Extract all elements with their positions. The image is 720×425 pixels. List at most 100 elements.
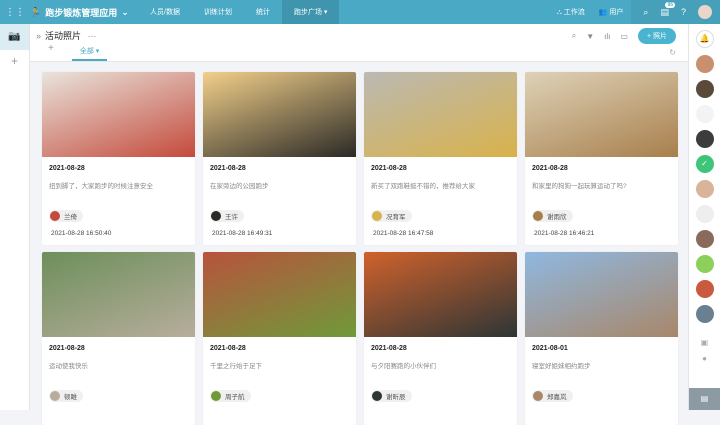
contacts-icon[interactable]: ▣ [701,338,709,347]
card-timestamp: 2021-08-28 16:46:21 [534,230,669,237]
user-tag[interactable]: 兰倚 [49,210,83,222]
photo-image[interactable] [525,252,678,337]
right-sidebar: 🔔 ✓ ▣ ● ▤ [688,24,720,410]
user-avatar [50,211,60,221]
nav-statistics[interactable]: 统计 [244,0,282,24]
user-tag[interactable]: 周子航 [210,390,251,402]
photo-grid: 2021-08-28 扭到脚了，大家跑步的时候注意安全 兰倚 2021-08-2… [42,72,678,425]
user-avatar [372,391,382,401]
search-icon[interactable]: ⌕ [572,31,576,41]
user-name: 谢雨欣 [547,211,567,221]
photo-card[interactable]: 2021-08-28 新买了双跑鞋挺不错的，推荐给大家 况育军 2021-08-… [364,72,517,245]
tab-all[interactable]: 全部 ▾ [72,46,107,61]
user-tag[interactable]: 谢雨欣 [532,210,573,222]
photo-image[interactable] [364,252,517,337]
help-icon[interactable]: ? [681,7,686,17]
user-name: 周子航 [225,391,245,401]
user-name: 谢昕辰 [386,391,406,401]
avatar[interactable] [698,5,712,19]
contact-avatar[interactable] [696,130,714,148]
card-date: 2021-08-28 [49,345,188,352]
card-description: 扭到脚了，大家跑步的时候注意安全 [49,180,188,210]
filter-icon[interactable]: ▼ [586,32,594,41]
camera-icon[interactable]: 📷 [0,24,29,50]
workflow-label: 工作流 [564,9,585,16]
photo-card[interactable]: 2021-08-28 扭到脚了，大家跑步的时候注意安全 兰倚 2021-08-2… [42,72,195,245]
runner-icon: 🏃 [30,7,41,18]
card-timestamp: 2021-08-28 16:50:40 [51,230,186,237]
contact-avatar[interactable] [696,255,714,273]
photo-image[interactable] [42,252,195,337]
photo-image[interactable] [525,72,678,157]
user-avatar [50,391,60,401]
user-tag[interactable]: 况育军 [371,210,412,222]
contact-avatar[interactable] [696,280,714,298]
top-bar: ⋮⋮ 🏃跑步锻炼管理应用⌄ 人员/数据 训练计划 统计 跑步广场 ▾ ⛬ 工作流… [0,0,720,24]
add-photo-button[interactable]: + 照片 [638,28,676,44]
photo-image[interactable] [203,252,356,337]
photo-card[interactable]: 2021-08-01 寝室好姐妹相约跑步 郑嘉岚 [525,252,678,425]
chevron-down-icon: ⌄ [121,7,129,18]
contact-avatar[interactable] [696,180,714,198]
card-description: 寝室好姐妹相约跑步 [532,360,671,390]
contact-avatar[interactable] [696,305,714,323]
user-avatar [533,211,543,221]
card-date: 2021-08-01 [532,345,671,352]
photo-image[interactable] [364,72,517,157]
photo-card[interactable]: 2021-08-28 与夕阳赛跑的小伙伴们 谢昕辰 [364,252,517,425]
more-icon[interactable]: ··· [88,31,97,41]
chat-icon[interactable]: ● [702,354,707,363]
user-name: 况育军 [386,211,406,221]
add-tab-icon[interactable]: + [48,43,54,61]
photo-card[interactable]: 2021-08-28 运动使我快乐 顿雎 [42,252,195,425]
bell-icon[interactable]: 🔔 [696,30,714,48]
contact-avatar[interactable] [696,55,714,73]
refresh-icon[interactable]: ↻ [669,48,676,57]
photo-card[interactable]: 2021-08-28 在家旁边的公园跑步 王许 2021-08-28 16:49… [203,72,356,245]
user-tag[interactable]: 谢昕辰 [371,390,412,402]
photo-image[interactable] [42,72,195,157]
notifications-icon[interactable]: ▤95 [660,7,669,18]
nav-people-data[interactable]: 人员/数据 [138,0,192,24]
user-avatar [372,211,382,221]
user-name: 顿雎 [64,391,77,401]
card-description: 和家里的狗狗一起玩算运动了吗? [532,180,671,210]
user-tag[interactable]: 顿雎 [49,390,83,402]
panel-toggle-icon[interactable]: ▤ [689,388,720,410]
nav-running-square[interactable]: 跑步广场 ▾ [282,0,339,24]
card-date: 2021-08-28 [49,165,188,172]
photo-image[interactable] [203,72,356,157]
photo-card[interactable]: 2021-08-28 千里之行始于足下 周子航 [203,252,356,425]
user-tag[interactable]: 王许 [210,210,244,222]
user-avatar [533,391,543,401]
contact-avatar[interactable]: ✓ [696,155,714,173]
contact-avatar[interactable] [696,105,714,123]
left-sidebar: 📷 + [0,24,30,410]
tab-label: 全部 [80,48,94,55]
app-switcher[interactable]: 🏃跑步锻炼管理应用⌄ [30,6,130,19]
photo-card[interactable]: 2021-08-28 和家里的狗狗一起玩算运动了吗? 谢雨欣 2021-08-2… [525,72,678,245]
card-description: 在家旁边的公园跑步 [210,180,349,210]
card-description: 新买了双跑鞋挺不错的，推荐给大家 [371,180,510,210]
contact-avatar[interactable] [696,230,714,248]
chart-icon[interactable]: ılı [604,32,610,41]
contact-avatar[interactable] [696,205,714,223]
app-grid-icon[interactable]: ⋮⋮ [0,7,30,18]
expand-icon[interactable]: » [36,31,41,41]
user-name: 兰倚 [64,211,77,221]
card-description: 千里之行始于足下 [210,360,349,390]
nav-training-plan[interactable]: 训练计划 [192,0,244,24]
workflow-link[interactable]: ⛬ 工作流 [557,7,585,17]
add-icon[interactable]: + [0,54,29,68]
contact-avatar[interactable] [696,80,714,98]
comment-icon[interactable]: ▭ [620,32,628,41]
users-link[interactable]: 👥 用户 [599,7,624,17]
users-label: 用户 [609,9,623,16]
card-description: 运动使我快乐 [49,360,188,390]
search-icon[interactable]: ⌕ [643,7,648,18]
user-tag[interactable]: 郑嘉岚 [532,390,573,402]
page-header: » 活动照片 ··· + 全部 ▾ ⌕ ▼ ılı ▭ + 照片 ↻ [30,24,688,62]
card-date: 2021-08-28 [371,345,510,352]
user-name: 郑嘉岚 [547,391,567,401]
page-title: 活动照片 [45,31,81,41]
